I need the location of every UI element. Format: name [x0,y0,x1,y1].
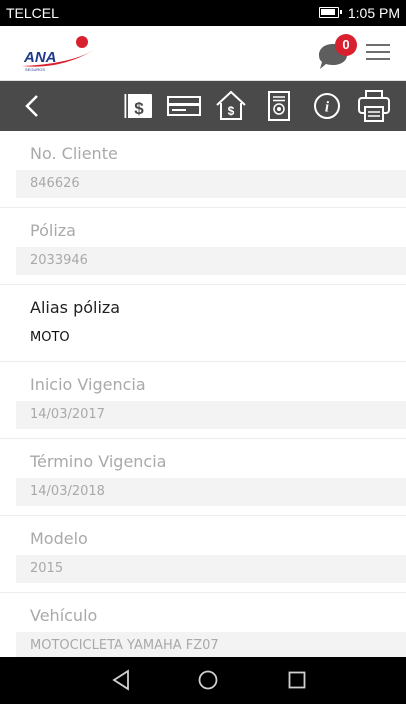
home-circle-icon [198,670,218,690]
back-icon [25,95,38,117]
document-button[interactable] [266,88,292,124]
menu-button[interactable] [366,44,390,64]
print-icon [358,90,390,122]
field-label: Vehículo [30,606,98,625]
info-icon: i [314,93,340,119]
nav-recents-button[interactable] [286,669,308,696]
document-seal-icon [268,91,290,121]
logo-text: ANA [23,49,57,66]
carrier-name: TELCEL [6,5,59,21]
recents-square-icon [288,671,306,689]
field-value: MOTOCICLETA YAMAHA FZ07 [30,638,219,653]
home-price-button[interactable]: $ [214,88,248,124]
field-label: Póliza [30,221,76,240]
app-header: ANA SEGUROS 0 [0,26,406,81]
policy-details: No. Cliente 846626 Póliza 2033946 Alias … [0,131,406,657]
field-value: 2033946 [30,253,88,268]
field-inicio-vigencia: Inicio Vigencia 14/03/2017 [0,362,406,439]
alias-input[interactable]: MOTO [30,330,70,345]
field-value: 14/03/2018 [30,484,105,499]
field-label: Inicio Vigencia [30,375,146,394]
system-nav-bar [0,657,406,704]
notifications-button[interactable]: 0 [318,34,360,74]
nav-home-button[interactable] [197,669,219,696]
field-label: No. Cliente [30,144,118,163]
field-value: 846626 [30,176,80,191]
info-button[interactable]: i [310,88,344,124]
print-button[interactable] [356,88,392,124]
field-termino-vigencia: Término Vigencia 14/03/2018 [0,439,406,516]
field-value: 2015 [30,561,64,576]
battery-icon [319,7,342,18]
field-label: Término Vigencia [30,452,167,471]
svg-text:$: $ [134,99,144,118]
field-modelo: Modelo 2015 [0,516,406,593]
field-poliza: Póliza 2033946 [0,208,406,285]
field-label: Modelo [30,529,88,548]
payment-receipt-icon: $ [123,94,152,118]
field-no-cliente: No. Cliente 846626 [0,131,406,208]
payment-button[interactable]: $ [122,88,156,124]
back-button[interactable] [22,88,42,124]
card-button[interactable] [166,88,202,124]
field-value: 14/03/2017 [30,407,105,422]
status-bar: TELCEL 1:05 PM [0,0,406,26]
svg-text:$: $ [228,104,235,118]
toolbar: $ $ i [0,81,406,131]
home-price-icon: $ [216,90,246,120]
field-alias-poliza[interactable]: Alias póliza MOTO [0,285,406,362]
field-label: Alias póliza [30,298,121,317]
notification-badge: 0 [335,34,357,56]
clock: 1:05 PM [347,5,400,21]
field-vehiculo: Vehículo MOTOCICLETA YAMAHA FZ07 [0,593,406,657]
svg-text:i: i [325,100,330,116]
back-triangle-icon [112,669,129,691]
nav-back-button[interactable] [110,669,132,696]
logo-subtext: SEGUROS [25,67,45,72]
ana-logo: ANA SEGUROS [20,34,100,74]
card-icon [167,96,201,116]
hamburger-icon [366,44,390,46]
